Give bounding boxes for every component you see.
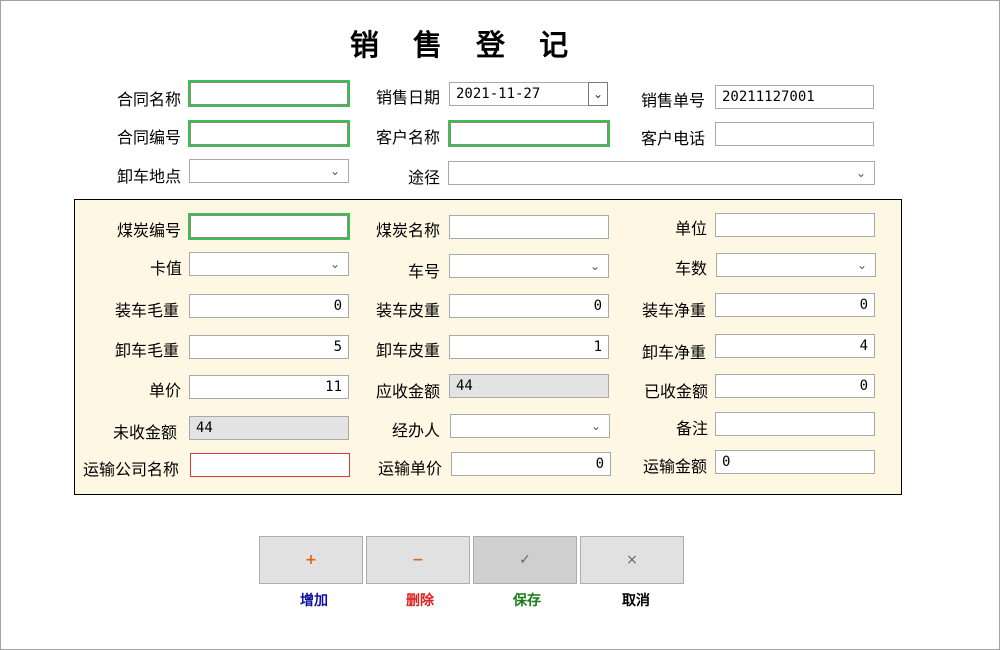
chevron-down-icon: ⌄ xyxy=(590,419,602,433)
load-net-input[interactable]: 0 xyxy=(715,293,875,317)
chevron-down-icon: ⌄ xyxy=(856,258,868,272)
unreceived-label: 未收金额 xyxy=(113,423,178,442)
chevron-down-icon: ⌄ xyxy=(329,257,341,271)
delete-button[interactable]: − xyxy=(366,536,470,584)
transport-unit-price-label: 运输单价 xyxy=(378,459,443,478)
remark-label: 备注 xyxy=(676,419,709,438)
sale-no-label: 销售单号 xyxy=(641,91,706,110)
chevron-down-icon: ⌄ xyxy=(329,164,341,178)
customer-phone-input[interactable] xyxy=(715,122,874,146)
delete-button-label[interactable]: 删除 xyxy=(368,590,472,610)
customer-name-input[interactable] xyxy=(448,120,610,147)
transport-amount-label: 运输金额 xyxy=(643,457,708,476)
remark-input[interactable] xyxy=(715,412,875,436)
unit-price-label: 单价 xyxy=(149,381,182,400)
transport-company-input[interactable] xyxy=(190,453,350,477)
unload-tare-label: 卸车皮重 xyxy=(376,341,441,360)
page-title: 销 售 登 记 xyxy=(349,28,581,62)
add-button-label[interactable]: 增加 xyxy=(262,590,366,610)
card-value-label: 卡值 xyxy=(150,259,183,278)
transport-unit-price-input[interactable]: 0 xyxy=(451,452,611,476)
unit-input[interactable] xyxy=(715,213,875,237)
truck-no-label: 车号 xyxy=(408,262,441,281)
route-label: 途径 xyxy=(408,168,441,187)
contract-name-label: 合同名称 xyxy=(117,90,182,109)
unit-label: 单位 xyxy=(675,219,708,238)
cancel-button[interactable]: × xyxy=(580,536,684,584)
close-icon: × xyxy=(626,552,638,568)
receivable-label: 应收金额 xyxy=(376,382,441,401)
plus-icon: + xyxy=(305,552,317,568)
chevron-down-icon: ⌄ xyxy=(855,166,867,180)
unreceived-amount: 44 xyxy=(189,416,349,440)
contract-no-input[interactable] xyxy=(188,120,350,147)
truck-no-select[interactable]: ⌄ xyxy=(449,254,609,278)
sale-date-picker-button[interactable]: ⌄ xyxy=(588,82,608,106)
save-button-label[interactable]: 保存 xyxy=(475,590,579,610)
unload-place-select[interactable]: ⌄ xyxy=(189,159,349,183)
unload-tare-input[interactable]: 1 xyxy=(449,335,609,359)
load-net-label: 装车净重 xyxy=(642,301,707,320)
handler-select[interactable]: ⌄ xyxy=(450,414,610,438)
save-button[interactable]: ✓ xyxy=(473,536,577,584)
load-tare-label: 装车皮重 xyxy=(376,301,441,320)
add-button[interactable]: + xyxy=(259,536,363,584)
unload-gross-label: 卸车毛重 xyxy=(115,341,180,360)
chevron-down-icon: ⌄ xyxy=(592,87,604,101)
customer-name-label: 客户名称 xyxy=(376,128,441,147)
sale-no-input[interactable]: 20211127001 xyxy=(715,85,874,109)
load-tare-input[interactable]: 0 xyxy=(449,294,609,318)
contract-no-label: 合同编号 xyxy=(117,128,182,147)
coal-name-label: 煤炭名称 xyxy=(376,221,441,240)
load-gross-input[interactable]: 0 xyxy=(189,294,349,318)
sale-date-input[interactable]: 2021-11-27 xyxy=(449,82,589,106)
sale-date-label: 销售日期 xyxy=(376,88,441,107)
cancel-button-label[interactable]: 取消 xyxy=(584,590,688,610)
card-value-select[interactable]: ⌄ xyxy=(189,252,349,276)
unload-place-label: 卸车地点 xyxy=(117,167,182,186)
customer-phone-label: 客户电话 xyxy=(641,129,706,148)
unload-gross-input[interactable]: 5 xyxy=(189,335,349,359)
truck-count-label: 车数 xyxy=(675,259,708,278)
coal-no-input[interactable] xyxy=(188,213,350,240)
truck-count-select[interactable]: ⌄ xyxy=(716,253,876,277)
receivable-amount: 44 xyxy=(449,374,609,398)
coal-no-label: 煤炭编号 xyxy=(117,221,182,240)
minus-icon: − xyxy=(412,552,424,568)
load-gross-label: 装车毛重 xyxy=(115,301,180,320)
unit-price-input[interactable]: 11 xyxy=(189,375,349,399)
contract-name-input[interactable] xyxy=(188,80,350,107)
unload-net-input[interactable]: 4 xyxy=(715,334,875,358)
transport-company-label: 运输公司名称 xyxy=(83,460,180,479)
coal-name-input[interactable] xyxy=(449,215,609,239)
received-label: 已收金额 xyxy=(644,382,709,401)
received-input[interactable]: 0 xyxy=(715,374,875,398)
handler-label: 经办人 xyxy=(392,421,441,440)
transport-amount-input[interactable]: 0 xyxy=(715,450,875,474)
check-icon: ✓ xyxy=(519,552,531,568)
chevron-down-icon: ⌄ xyxy=(589,259,601,273)
unload-net-label: 卸车净重 xyxy=(642,343,707,362)
route-select[interactable]: ⌄ xyxy=(448,161,875,185)
